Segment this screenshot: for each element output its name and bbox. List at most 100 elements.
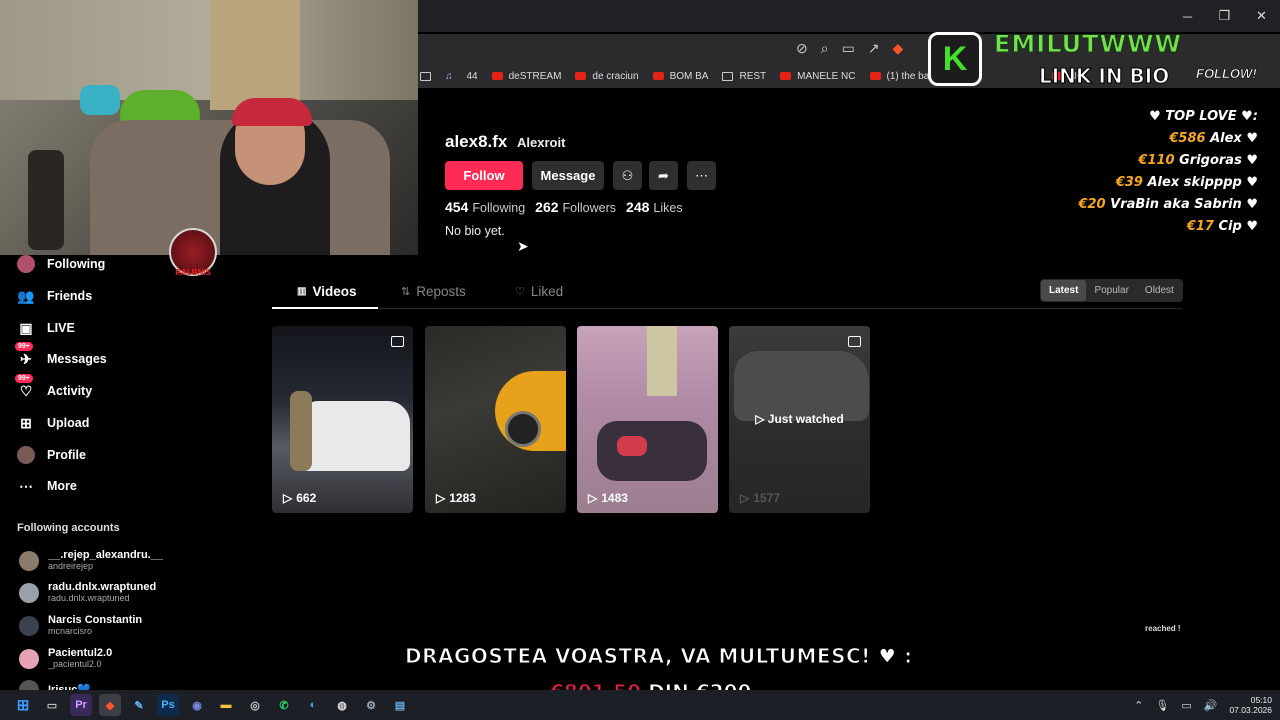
cast-off-icon[interactable]: ⊘ xyxy=(796,40,808,57)
discord-icon[interactable]: ◉ xyxy=(186,694,208,716)
sidebar-item-messages[interactable]: ✈ 99+ Messages xyxy=(15,342,107,368)
obs-icon[interactable]: ◍ xyxy=(331,694,353,716)
video-thumbnail[interactable]: ▷ 662 xyxy=(272,326,413,513)
followers-count: 262 xyxy=(535,199,559,215)
more-icon: ⋯ xyxy=(19,477,33,494)
bookmark-item[interactable]: BOM BA xyxy=(652,71,708,82)
following-account[interactable]: radu.dnlx.wraptuned radu.dnlx.wraptuned xyxy=(19,581,156,604)
avatar xyxy=(19,648,39,669)
sidebar-item-upload[interactable]: ⊞ Upload xyxy=(17,414,89,432)
play-outline-icon: ▷ xyxy=(755,412,768,426)
start-icon[interactable]: ⊞ xyxy=(12,694,34,716)
tab-label: Liked xyxy=(530,284,564,299)
tab-label: Reposts xyxy=(416,284,466,299)
following-account[interactable]: Narcis Constantin mcnarcisro xyxy=(19,614,142,637)
bookmark-item[interactable]: deSTREAM xyxy=(491,71,561,82)
tab-label: Videos xyxy=(312,284,357,299)
bookmark-label: 44 xyxy=(466,70,478,82)
streamer-logo: RALBNIS xyxy=(168,222,218,284)
volume-icon[interactable]: 🔊 xyxy=(1204,699,1218,712)
sidebar-item-label: Friends xyxy=(47,289,93,303)
donor-name: Grigoras xyxy=(1179,153,1242,168)
whatsapp-icon[interactable]: ✆ xyxy=(273,694,295,716)
donation-goal-title: DRAGOSTEA VOASTRA, VA MULTUMESC! ♥ : xyxy=(405,644,913,669)
donor-name: Alex xyxy=(1210,131,1242,146)
message-button[interactable]: Message xyxy=(532,161,604,190)
video-thumbnail[interactable]: ▷ Just watched ▷ 1577 xyxy=(729,326,870,513)
share-icon[interactable]: ↗ xyxy=(868,40,880,57)
play-outline-icon: ▷ xyxy=(740,491,750,505)
sidebar-item-live[interactable]: ▣ LIVE xyxy=(17,319,74,337)
bookmark-item[interactable]: REST xyxy=(722,71,766,82)
brand-letter: K xyxy=(928,32,982,86)
following-count: 454 xyxy=(445,199,469,215)
sidebar-item-more[interactable]: ⋯ More xyxy=(17,477,77,495)
brave-browser-icon[interactable]: ◆ xyxy=(99,694,121,716)
zoom-icon[interactable]: ⌕ xyxy=(821,40,829,57)
video-thumbnail[interactable]: ▷ 1483 xyxy=(577,326,718,513)
bookmark-label: REST xyxy=(739,70,767,82)
sort-oldest[interactable]: Oldest xyxy=(1137,280,1182,301)
notepad-icon[interactable]: ▤ xyxy=(389,694,411,716)
youtube-icon xyxy=(491,72,503,80)
top-love-entry: €20 VraBin aka Sabrin ♥ xyxy=(1078,194,1258,216)
bookmark-item[interactable]: MANELE NC xyxy=(780,71,856,82)
tab-liked[interactable]: ♡ Liked xyxy=(515,284,563,299)
view-count-value: 1577 xyxy=(753,491,780,505)
network-icon[interactable]: ▭ xyxy=(1181,699,1191,712)
folder-icon xyxy=(722,71,734,81)
upload-icon: ⊞ xyxy=(20,414,32,431)
heart-icon: ♥ xyxy=(1246,131,1258,146)
photoshop-icon[interactable]: Ps xyxy=(157,694,179,716)
pen-app-icon[interactable]: ✎ xyxy=(128,694,150,716)
heart-icon: ♥ xyxy=(1246,175,1258,190)
link-in-bio: LINK IN BIO xyxy=(1038,64,1170,89)
microphone-icon[interactable]: 🎙 xyxy=(1155,699,1169,712)
follow-tag: FOLLOW! xyxy=(1196,66,1257,82)
share-profile-button[interactable]: ➦ xyxy=(649,161,678,190)
top-love-entry: €586 Alex ♥ xyxy=(1078,128,1258,150)
sidebar-item-following[interactable]: Following xyxy=(17,255,105,273)
brand-name: EMILUTWWW xyxy=(994,30,1182,59)
settings-icon[interactable]: ⚙ xyxy=(360,694,382,716)
bookmark-item[interactable]: de craciun xyxy=(575,71,639,82)
bookmark-item[interactable]: 44 xyxy=(467,71,478,82)
just-watched-overlay: ▷ Just watched xyxy=(729,412,870,426)
steam-icon[interactable]: ◎ xyxy=(244,694,266,716)
following-account[interactable]: Pacientul2.0 _pacientul2.0 xyxy=(19,647,112,670)
add-friend-button[interactable]: ⚇ xyxy=(613,161,642,190)
avatar xyxy=(19,582,39,603)
top-love-entry: €110 Grigoras ♥ xyxy=(1078,150,1258,172)
brave-shield-icon[interactable]: ◆ xyxy=(893,40,904,57)
file-explorer-icon[interactable]: ▬ xyxy=(215,694,237,716)
sidebar-item-activity[interactable]: ♡ 99+ Activity xyxy=(15,374,92,400)
sort-latest[interactable]: Latest xyxy=(1041,280,1087,301)
folder-icon[interactable] xyxy=(420,71,431,81)
screen-icon[interactable]: ▭ xyxy=(842,40,855,57)
more-options-button[interactable]: ⋯ xyxy=(687,161,716,190)
sidebar-item-profile[interactable]: Profile xyxy=(17,446,86,464)
profile-avatar-icon xyxy=(17,446,35,464)
chevron-up-icon[interactable]: ⌃ xyxy=(1134,699,1143,712)
tab-videos[interactable]: ▥ Videos xyxy=(297,284,356,299)
followers-stat[interactable]: 262 Followers xyxy=(535,199,616,215)
following-account[interactable]: __.rejep_alexandru.__ andreirejep xyxy=(19,549,163,572)
bookmark-item[interactable]: ♫ xyxy=(445,71,453,82)
video-thumbnail[interactable]: ▷ 1283 xyxy=(425,326,566,513)
play-outline-icon: ▷ xyxy=(588,491,598,505)
messages-icon: ✈ 99+ xyxy=(15,342,35,368)
follow-button[interactable]: Follow xyxy=(445,161,523,190)
activity-icon: ♡ 99+ xyxy=(15,374,35,400)
sort-popular[interactable]: Popular xyxy=(1086,280,1136,301)
following-stat[interactable]: 454 Following xyxy=(445,199,525,215)
clock[interactable]: 05:10 07.03.2026 xyxy=(1229,695,1272,715)
sidebar-item-friends[interactable]: 👥 Friends xyxy=(17,287,92,305)
view-count: ▷ 1577 xyxy=(740,491,780,505)
task-view-icon[interactable]: ▭ xyxy=(41,694,63,716)
premiere-icon[interactable]: Pr xyxy=(70,694,92,716)
avatar xyxy=(19,550,39,571)
just-watched-label: Just watched xyxy=(767,412,844,426)
edge-icon[interactable]: ◐ xyxy=(302,694,324,716)
tab-reposts[interactable]: ⇅ Reposts xyxy=(401,284,466,299)
sort-toggle: Latest Popular Oldest xyxy=(1040,279,1183,302)
